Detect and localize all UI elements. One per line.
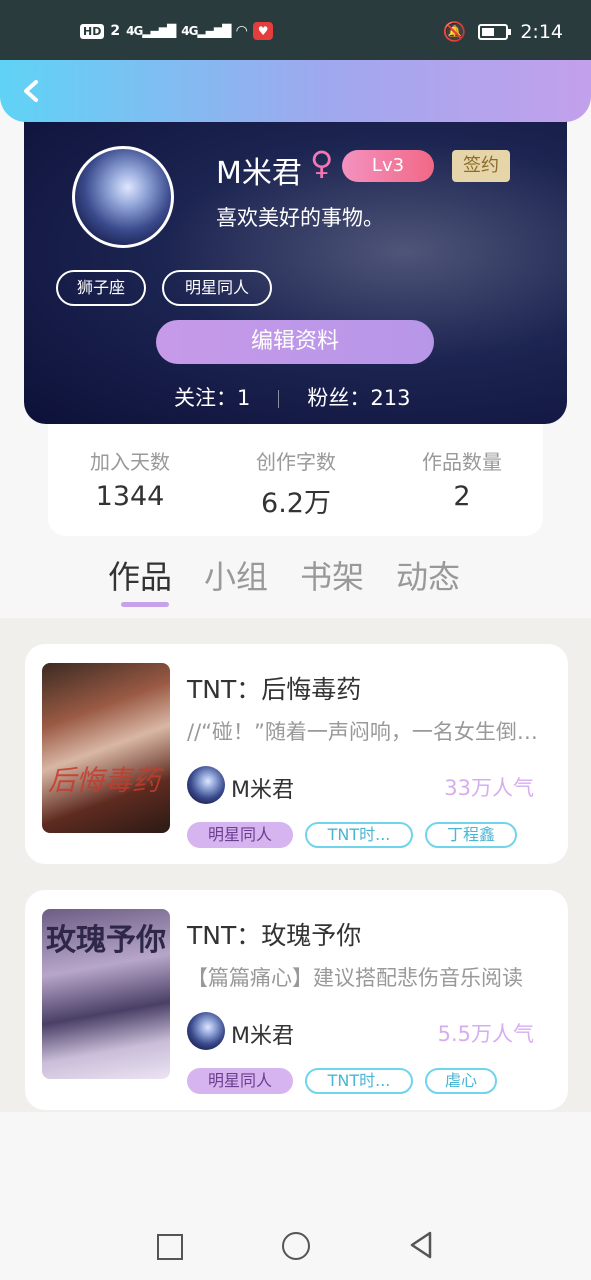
tab-bookshelf[interactable]: 书架 xyxy=(300,552,364,598)
user-bio: 喜欢美好的事物。 xyxy=(216,206,384,230)
stat-works: 作品数量 2 xyxy=(392,446,532,512)
system-nav-bar xyxy=(0,1212,591,1280)
stats-card: 加入天数 1344 创作字数 6.2万 作品数量 2 xyxy=(48,424,543,536)
back-button[interactable] xyxy=(18,76,48,106)
cover-title: 玫瑰予你 xyxy=(46,923,166,958)
recents-button[interactable] xyxy=(157,1234,183,1260)
home-button[interactable] xyxy=(282,1232,310,1260)
work-title: TNT：玫瑰予你 xyxy=(187,921,362,950)
work-title: TNT：后悔毒药 xyxy=(187,675,362,704)
status-right: 🔕 2:14 xyxy=(442,20,563,44)
wifi-icon: ◠ xyxy=(236,23,248,39)
following-count[interactable]: 关注：1 xyxy=(174,386,250,410)
work-cover[interactable]: 玫瑰予你 xyxy=(42,909,170,1079)
status-left: HD 2 4G▂▄▆█ 4G▂▄▆█ ◠ ♥ xyxy=(80,22,274,40)
work-author: M米君 xyxy=(231,1024,294,1049)
clock: 2:14 xyxy=(520,20,563,43)
work-tag[interactable]: TNT时... xyxy=(305,822,413,848)
stat-value: 6.2万 xyxy=(261,488,331,519)
author-avatar xyxy=(187,766,225,804)
work-desc: 【篇篇痛心】建议搭配悲伤音乐阅读 xyxy=(187,966,523,990)
stat-days: 加入天数 1344 xyxy=(60,446,200,512)
author-avatar xyxy=(187,1012,225,1050)
profile-card: M米君 ♀ Lv3 签约 喜欢美好的事物。 狮子座 明星同人 编辑资料 关注：1… xyxy=(24,110,567,424)
level-badge: Lv3 xyxy=(342,150,434,182)
top-header xyxy=(0,60,591,122)
tab-activity[interactable]: 动态 xyxy=(396,552,460,598)
status-bar: HD 2 4G▂▄▆█ 4G▂▄▆█ ◠ ♥ 🔕 2:14 xyxy=(0,0,591,60)
work-tag[interactable]: 虐心 xyxy=(425,1068,497,1094)
edit-profile-button[interactable]: 编辑资料 xyxy=(156,320,434,364)
signed-badge: 签约 xyxy=(452,150,510,182)
work-card[interactable]: 玫瑰予你 TNT：玫瑰予你 【篇篇痛心】建议搭配悲伤音乐阅读 M米君 5.5万人… xyxy=(25,890,568,1110)
work-tag[interactable]: 明星同人 xyxy=(187,822,293,848)
stat-value: 2 xyxy=(453,481,471,512)
sim-label: 2 xyxy=(110,23,121,39)
cover-title: 后悔毒药 xyxy=(48,764,161,797)
stat-label: 作品数量 xyxy=(422,450,502,474)
work-author: M米君 xyxy=(231,778,294,803)
stat-words: 创作字数 6.2万 xyxy=(226,446,366,520)
follow-row: 关注：1 粉丝：213 xyxy=(174,382,410,412)
avatar[interactable] xyxy=(72,146,174,248)
profile-tag[interactable]: 明星同人 xyxy=(162,270,272,306)
work-popularity: 5.5万人气 xyxy=(437,1022,534,1046)
notification-app-icon: ♥ xyxy=(253,22,274,40)
stat-label: 创作字数 xyxy=(256,450,336,474)
tab-works[interactable]: 作品 xyxy=(108,552,172,598)
work-tag[interactable]: 明星同人 xyxy=(187,1068,293,1094)
work-desc: //“碰！”随着一声闷响，一名女生倒在了地上 xyxy=(187,720,549,744)
battery-icon xyxy=(478,23,512,40)
tab-indicator xyxy=(121,602,169,607)
tab-bar: 作品 小组 书架 动态 xyxy=(108,552,460,598)
work-cover[interactable]: 后悔毒药 xyxy=(42,663,170,833)
tab-groups[interactable]: 小组 xyxy=(204,552,268,598)
work-popularity: 33万人气 xyxy=(444,776,534,800)
stat-value: 1344 xyxy=(95,481,165,512)
hd-icon: HD xyxy=(80,23,105,39)
female-icon: ♀ xyxy=(310,144,334,182)
user-name: M米君 xyxy=(216,156,302,191)
stat-label: 加入天数 xyxy=(90,450,170,474)
work-tag[interactable]: TNT时... xyxy=(305,1068,413,1094)
profile-tag[interactable]: 狮子座 xyxy=(56,270,146,306)
mute-bell-icon: 🔕 xyxy=(442,21,467,43)
chevron-left-icon xyxy=(24,80,38,102)
work-card[interactable]: 后悔毒药 TNT：后悔毒药 //“碰！”随着一声闷响，一名女生倒在了地上 M米君… xyxy=(25,644,568,864)
signal-icon-2: 4G▂▄▆█ xyxy=(181,24,231,38)
signal-icon-1: 4G▂▄▆█ xyxy=(126,24,176,38)
fans-count[interactable]: 粉丝：213 xyxy=(307,386,410,410)
back-triangle-icon[interactable] xyxy=(408,1230,434,1260)
work-tag[interactable]: 丁程鑫 xyxy=(425,822,517,848)
divider xyxy=(278,390,280,408)
